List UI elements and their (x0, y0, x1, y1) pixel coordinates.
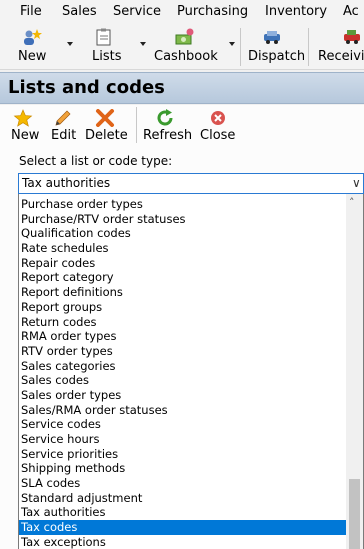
toolbar-lists-label: Lists (92, 49, 122, 64)
toolbar-cashbook-label: Cashbook (154, 49, 218, 64)
chevron-down-icon[interactable] (229, 42, 235, 46)
list-item[interactable]: Tax exceptions (19, 535, 346, 549)
toolbar-cashbook-button[interactable]: Cashbook (146, 24, 236, 69)
toolbar-separator (136, 107, 137, 143)
chevron-down-icon[interactable] (67, 42, 73, 46)
truck-icon (264, 31, 280, 44)
toolbar-receiving-button[interactable]: Receivi (312, 24, 364, 69)
refresh-label: Refresh (143, 128, 193, 143)
menu-purchasing[interactable]: Purchasing (177, 4, 248, 20)
edit-button[interactable]: Edit (48, 107, 78, 145)
menu-inventory[interactable]: Inventory (265, 4, 327, 20)
delete-button[interactable]: Delete (82, 107, 130, 145)
menu-overflow[interactable]: Ac (343, 4, 359, 20)
list-item[interactable]: Service codes (19, 417, 346, 432)
list-item[interactable]: Sales/RMA order statuses (19, 403, 346, 418)
menu-service[interactable]: Service (113, 4, 161, 20)
list-item[interactable]: Service priorities (19, 447, 346, 462)
toolbar-new-label: New (18, 49, 47, 64)
star-icon (13, 109, 33, 127)
scrollbar[interactable]: ˄ (346, 194, 363, 549)
menu-sales[interactable]: Sales (62, 4, 97, 20)
close-label: Close (200, 128, 236, 143)
list-item[interactable]: Report groups (19, 300, 346, 315)
toolbar-receiving-label: Receivi (318, 49, 364, 64)
toolbar-new-button[interactable]: New (0, 24, 78, 69)
list-item[interactable]: Report definitions (19, 285, 346, 300)
toolbar-dispatch-label: Dispatch (248, 49, 306, 64)
list-type-dropdown[interactable]: Tax authorities ∨ (18, 173, 364, 194)
main-toolbar: New Lists Cashbook Dispatch Receivi (0, 24, 364, 70)
toolbar-lists-button[interactable]: Lists (82, 24, 146, 69)
list-type-listbox: Purchase order types Purchase/RTV order s… (18, 194, 364, 549)
list-item[interactable]: Sales categories (19, 359, 346, 374)
list-item[interactable]: Sales order types (19, 388, 346, 403)
red-x-icon (96, 109, 114, 127)
clipboard-icon (96, 28, 111, 46)
list-item[interactable]: Repair codes (19, 256, 346, 271)
dropdown-value: Tax authorities (22, 176, 111, 190)
list-item[interactable]: Tax authorities (19, 505, 346, 520)
chevron-down-icon[interactable]: ∨ (352, 176, 361, 191)
new-label: New (11, 128, 40, 143)
refresh-button[interactable]: Refresh (142, 107, 192, 145)
refresh-icon (157, 109, 173, 126)
list-item[interactable]: RTV order types (19, 344, 346, 359)
list-item[interactable]: Qualification codes (19, 226, 346, 241)
toolbar-separator (240, 28, 241, 66)
delete-label: Delete (85, 128, 128, 143)
list-items: Purchase order types Purchase/RTV order s… (19, 197, 346, 549)
list-item[interactable]: Sales codes (19, 373, 346, 388)
close-button[interactable]: Close (197, 107, 239, 145)
list-item[interactable]: Report category (19, 270, 346, 285)
truck-red-icon (344, 30, 360, 44)
list-item[interactable]: Service hours (19, 432, 346, 447)
toolbar-dispatch-button[interactable]: Dispatch (244, 24, 306, 69)
list-item[interactable]: RMA order types (19, 329, 346, 344)
lists-and-codes-panel: New Edit Delete Refresh Close Select a l… (0, 105, 364, 549)
list-item[interactable]: Purchase order types (19, 197, 346, 212)
menu-bar: File Sales Service Purchasing Inventory … (0, 0, 364, 24)
edit-label: Edit (51, 128, 77, 143)
pencil-icon (55, 110, 71, 126)
page-header: Lists and codes (0, 72, 364, 104)
page-title: Lists and codes (8, 77, 165, 98)
list-item[interactable]: Standard adjustment (19, 491, 346, 506)
list-item[interactable]: Purchase/RTV order statuses (19, 212, 346, 227)
close-circle-icon (211, 111, 225, 125)
list-item[interactable]: Rate schedules (19, 241, 346, 256)
list-item[interactable]: Tax codes (19, 520, 346, 535)
list-item[interactable]: Shipping methods (19, 461, 346, 476)
list-item[interactable]: Return codes (19, 315, 346, 330)
list-item[interactable]: SLA codes (19, 476, 346, 491)
select-type-label: Select a list or code type: (19, 154, 173, 168)
scroll-thumb[interactable] (349, 479, 360, 549)
menu-file[interactable]: File (20, 4, 42, 20)
new-button[interactable]: New (8, 107, 42, 145)
toolbar-separator (308, 28, 309, 66)
chevron-up-icon[interactable]: ˄ (349, 196, 355, 209)
money-icon (175, 28, 194, 45)
people-star-icon (24, 29, 42, 45)
